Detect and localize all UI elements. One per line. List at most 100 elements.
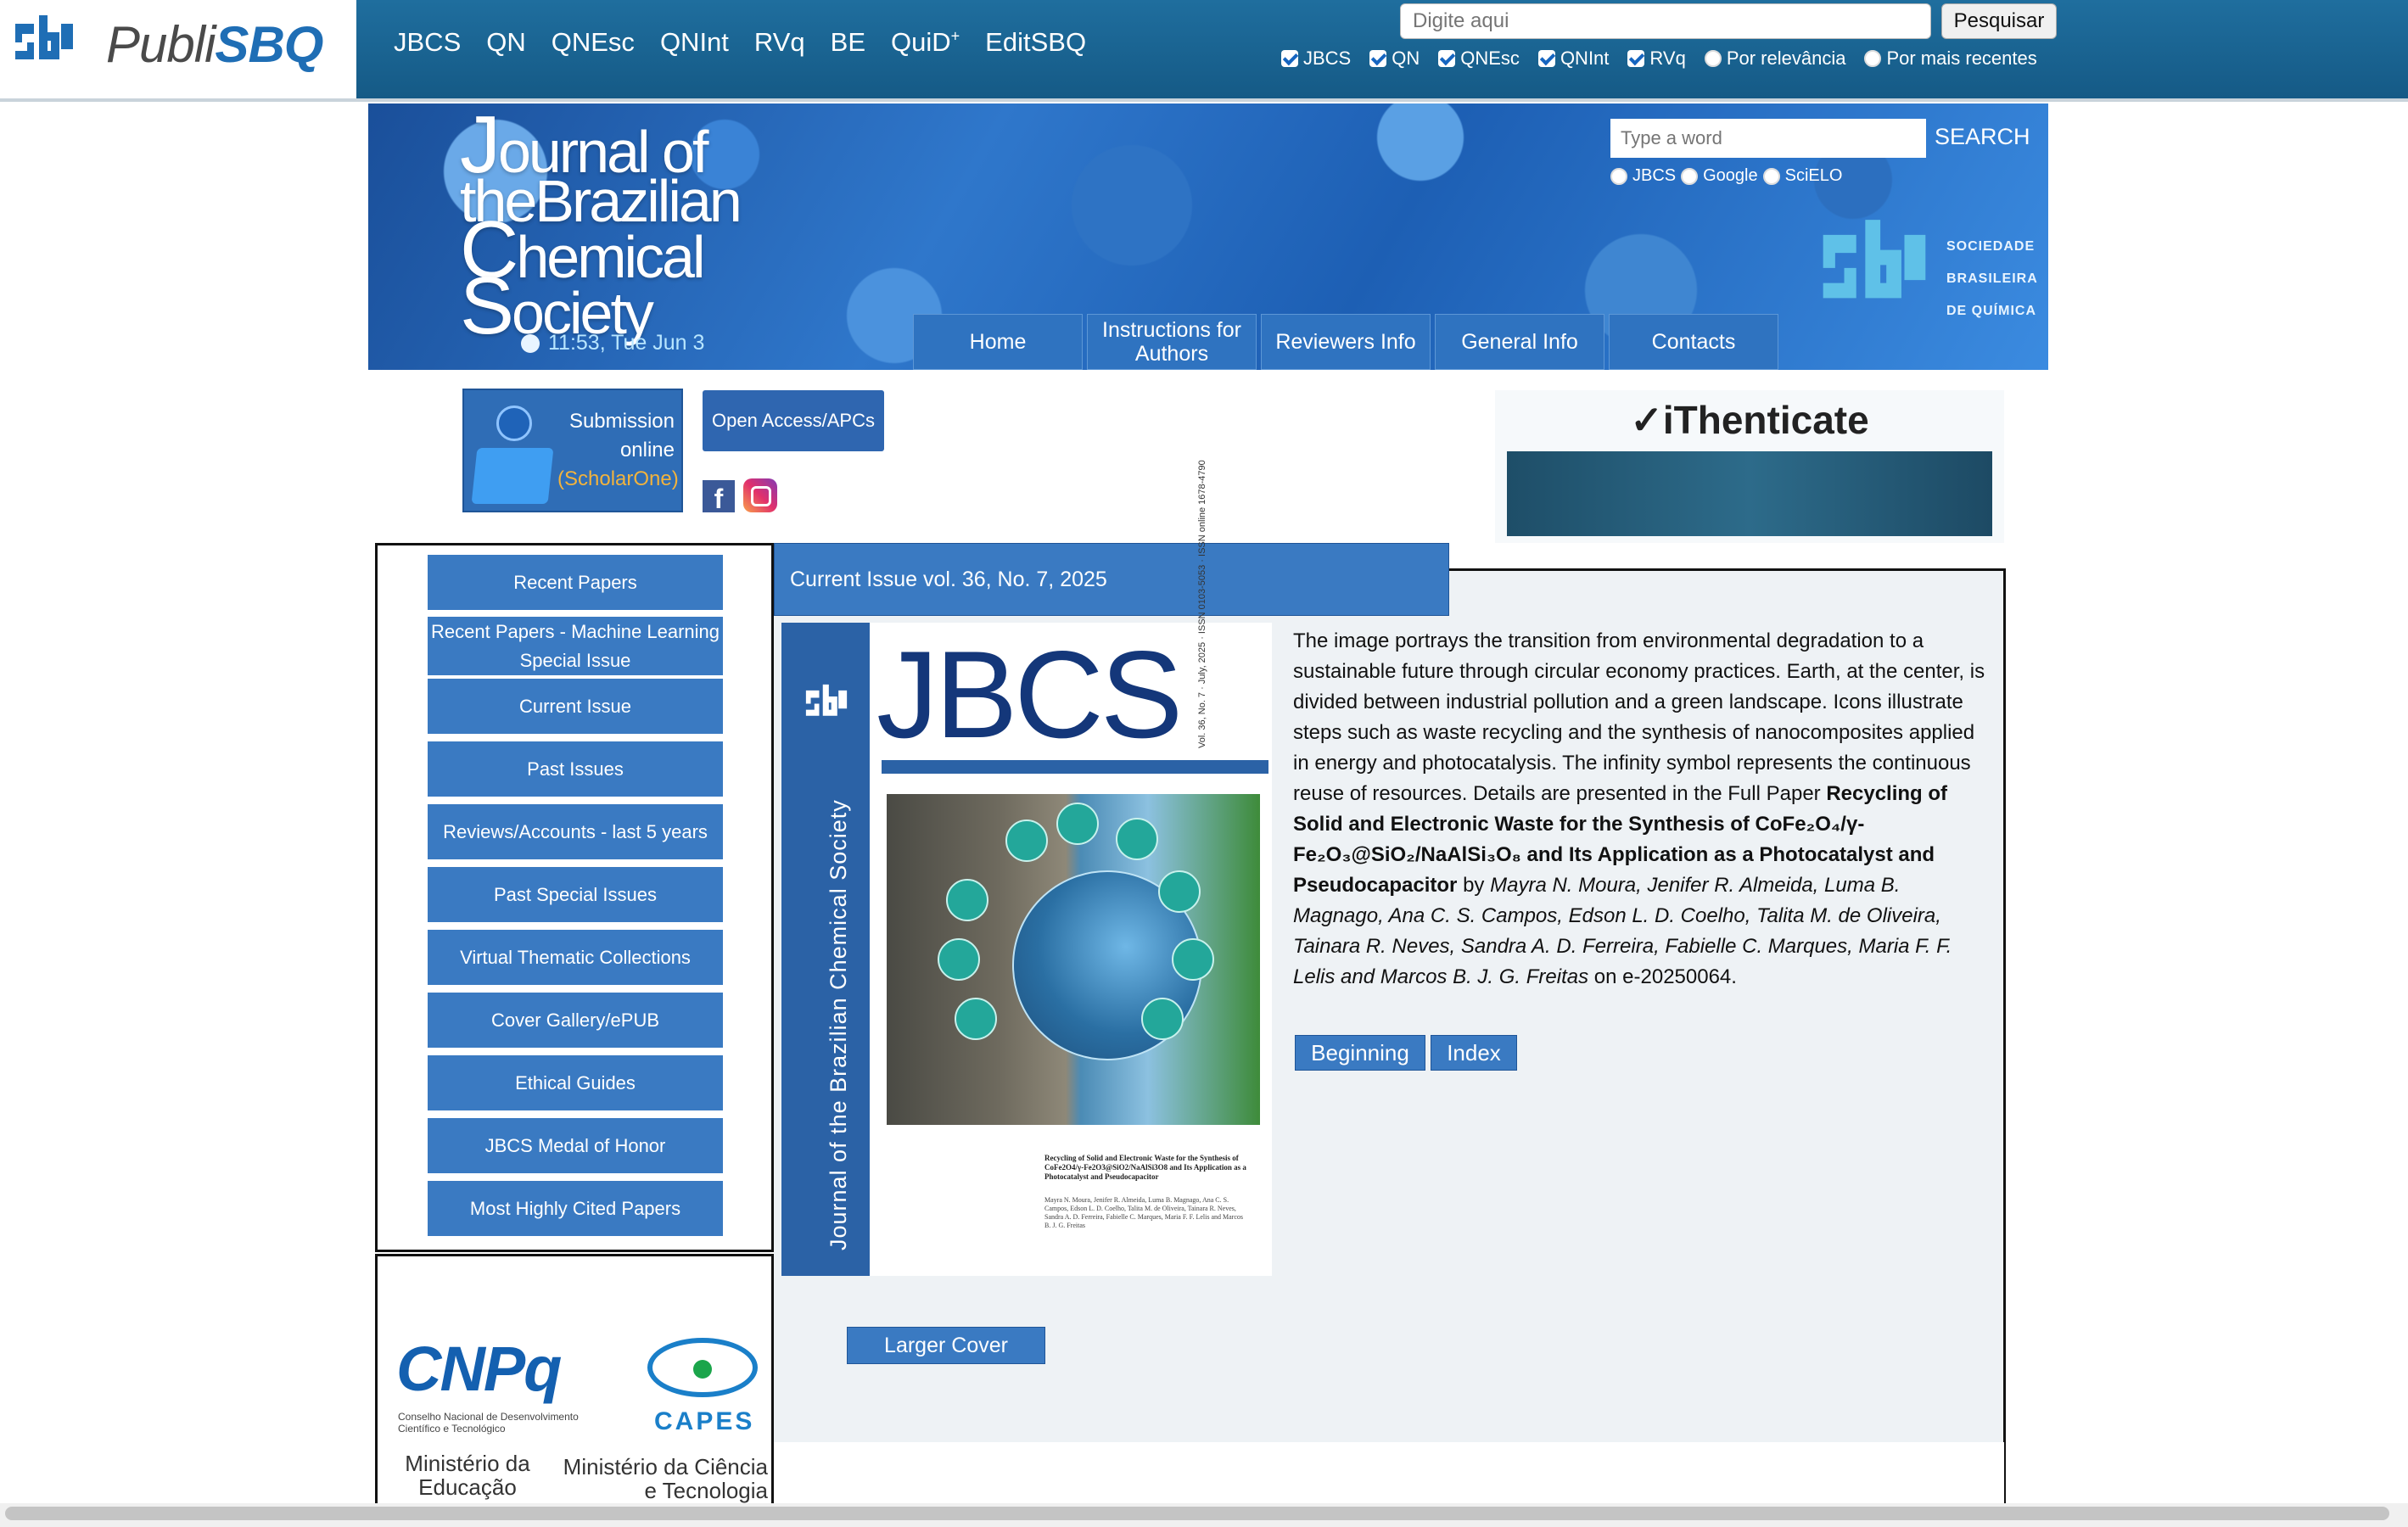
sort-recent-radio[interactable]: Por mais recentes bbox=[1864, 48, 2037, 70]
sidebar-item-highly-cited[interactable]: Most Highly Cited Papers bbox=[428, 1181, 723, 1239]
sidebar-item-cover-gallery[interactable]: Cover Gallery/ePUB bbox=[428, 993, 723, 1050]
recycle-node-icon bbox=[1158, 870, 1201, 913]
radio-icon bbox=[1610, 167, 1627, 185]
radio-icon bbox=[1681, 167, 1699, 185]
sidebar-item-reviews-accounts[interactable]: Reviews/Accounts - last 5 years bbox=[428, 804, 723, 862]
banner-clock: 11:53, Tue Jun 3 bbox=[521, 331, 704, 355]
sidebar-item-current-issue[interactable]: Current Issue bbox=[428, 679, 723, 736]
horizontal-scrollbar[interactable] bbox=[0, 1503, 2408, 1527]
checkbox-icon bbox=[1537, 50, 1555, 67]
nav-contacts[interactable]: Contacts bbox=[1609, 314, 1778, 370]
topnav-quid[interactable]: QuiD+ bbox=[891, 27, 960, 58]
filter-qn[interactable]: QN bbox=[1369, 48, 1420, 70]
ministerio-ciencia: Ministério da Ciência e Tecnologia bbox=[563, 1454, 768, 1503]
search-filters: JBCS QN QNEsc QNInt RVq Por relevância P… bbox=[1281, 48, 2037, 70]
capes-eye-icon bbox=[647, 1338, 758, 1397]
clock-icon bbox=[521, 333, 540, 353]
publisbq-wordmark: PubliSBQ bbox=[106, 16, 323, 73]
search-scope-radios: JBCS Google SciELO bbox=[1610, 166, 1842, 186]
cover-caption: Recycling of Solid and Electronic Waste … bbox=[1044, 1154, 1246, 1181]
ithenticate-ad[interactable]: ✓iThenticate bbox=[1495, 390, 2004, 543]
capes-logo[interactable]: CAPES bbox=[654, 1407, 754, 1436]
scope-jbcs-radio[interactable]: JBCS bbox=[1610, 166, 1676, 186]
nav-reviewers-info[interactable]: Reviewers Info bbox=[1261, 314, 1431, 370]
cover-artwork bbox=[887, 794, 1260, 1125]
filter-rvq[interactable]: RVq bbox=[1627, 48, 1686, 70]
beginning-button[interactable]: Beginning bbox=[1295, 1035, 1425, 1071]
publisbq-search-input[interactable] bbox=[1400, 3, 1931, 39]
recycle-node-icon bbox=[1005, 819, 1048, 862]
topnav-editsbq[interactable]: EditSBQ bbox=[985, 27, 1086, 58]
topnav-rvq[interactable]: RVq bbox=[754, 27, 805, 58]
larger-cover-button[interactable]: Larger Cover bbox=[847, 1327, 1045, 1364]
recycle-node-icon bbox=[938, 938, 980, 981]
recycle-node-icon bbox=[1116, 818, 1158, 860]
jbcs-search-input[interactable] bbox=[1610, 119, 1926, 158]
cover-description: The image portrays the transition from e… bbox=[1293, 629, 1985, 988]
publisbq-logo[interactable]: PubliSBQ bbox=[0, 0, 356, 98]
topnav-be[interactable]: BE bbox=[831, 27, 865, 58]
ithenticate-logo: ✓iThenticate bbox=[1630, 398, 1869, 442]
description-intro: The image portrays the transition from e… bbox=[1293, 629, 1985, 805]
nav-instructions-for-authors[interactable]: Instructions for Authors bbox=[1087, 314, 1257, 370]
topnav-qnesc[interactable]: QNEsc bbox=[552, 27, 635, 58]
checkbox-icon bbox=[1627, 50, 1645, 67]
sidebar-item-ethical-guides[interactable]: Ethical Guides bbox=[428, 1055, 723, 1113]
scrollbar-thumb[interactable] bbox=[5, 1507, 2389, 1520]
filter-qnint[interactable]: QNInt bbox=[1537, 48, 1609, 70]
recycle-node-icon bbox=[955, 998, 997, 1040]
recycle-node-icon bbox=[1141, 998, 1184, 1040]
sidebar-item-medal-of-honor[interactable]: JBCS Medal of Honor bbox=[428, 1118, 723, 1176]
cover-divider bbox=[882, 760, 1268, 774]
sbq-logo-icon bbox=[15, 15, 73, 59]
folder-icon bbox=[471, 448, 554, 504]
radio-icon bbox=[1762, 167, 1780, 185]
nav-home[interactable]: Home bbox=[913, 314, 1083, 370]
cover-title: JBCS bbox=[876, 625, 1183, 764]
pesquisar-button[interactable]: Pesquisar bbox=[1941, 3, 2057, 39]
top-bar: PubliSBQ JBCS QN QNEsc QNInt RVq BE QuiD… bbox=[0, 0, 2408, 102]
article-id: on e-20250064. bbox=[1593, 965, 1737, 988]
filter-jbcs[interactable]: JBCS bbox=[1281, 48, 1351, 70]
sidebar-item-past-issues[interactable]: Past Issues bbox=[428, 741, 723, 799]
checkbox-icon bbox=[1281, 50, 1298, 67]
submission-online-button[interactable]: Submission online (ScholarOne) bbox=[462, 389, 683, 512]
facebook-icon[interactable]: f bbox=[703, 480, 735, 514]
journal-nav: Home Instructions for Authors Reviewers … bbox=[913, 314, 1778, 370]
cnpq-logo[interactable]: CNPq bbox=[396, 1333, 562, 1405]
topnav-jbcs[interactable]: JBCS bbox=[394, 27, 461, 58]
topnav-qn[interactable]: QN bbox=[486, 27, 526, 58]
ithenticate-banner-image bbox=[1507, 451, 1992, 536]
recycle-node-icon bbox=[1172, 938, 1214, 981]
ministerio-educacao: Ministério da Educação bbox=[405, 1451, 530, 1500]
sidebar-item-ml-special-issue[interactable]: Recent Papers - Machine Learning Special… bbox=[428, 617, 723, 678]
nav-general-info[interactable]: General Info bbox=[1435, 314, 1604, 370]
topnav-qnint[interactable]: QNInt bbox=[660, 27, 729, 58]
filter-qnesc[interactable]: QNEsc bbox=[1438, 48, 1520, 70]
cover-authors: Mayra N. Moura, Jenifer R. Almeida, Luma… bbox=[1044, 1196, 1243, 1229]
radio-icon bbox=[1704, 50, 1722, 67]
cover-spine-title: Journal of the Brazilian Chemical Societ… bbox=[826, 799, 851, 1250]
recycle-node-icon bbox=[946, 879, 988, 921]
scope-google-radio[interactable]: Google bbox=[1681, 166, 1758, 186]
submission-label: Submission online (ScholarOne) bbox=[557, 410, 679, 490]
sbq-logo-icon bbox=[805, 684, 848, 716]
sidebar-item-virtual-thematic[interactable]: Virtual Thematic Collections bbox=[428, 930, 723, 987]
sort-relevance-radio[interactable]: Por relevância bbox=[1704, 48, 1845, 70]
funders-box: CNPq Conselho Nacional de Desenvolviment… bbox=[375, 1254, 774, 1527]
open-access-apcs-button[interactable]: Open Access/APCs bbox=[703, 390, 884, 451]
checkbox-icon bbox=[1438, 50, 1456, 67]
cover-image[interactable]: Journal of the Brazilian Chemical Societ… bbox=[781, 460, 1272, 1276]
current-issue-tab[interactable]: Current Issue vol. 36, No. 7, 2025 bbox=[774, 543, 1449, 616]
scope-scielo-radio[interactable]: SciELO bbox=[1762, 166, 1842, 186]
index-button[interactable]: Index bbox=[1431, 1035, 1517, 1071]
jbcs-search-button[interactable]: SEARCH bbox=[1935, 124, 2030, 150]
clock-text: 11:53, Tue Jun 3 bbox=[548, 331, 705, 355]
instagram-icon[interactable] bbox=[743, 478, 777, 512]
journal-banner: Journal of theBrazilian Chemical Society… bbox=[368, 103, 2048, 370]
sidebar-item-recent-papers[interactable]: Recent Papers bbox=[428, 555, 723, 612]
top-nav: JBCS QN QNEsc QNInt RVq BE QuiD+ EditSBQ bbox=[394, 27, 1086, 58]
journal-title[interactable]: Journal of theBrazilian Chemical Society bbox=[460, 104, 742, 347]
cover-volume-info: Vol. 36, No. 7 · July, 2025 · ISSN 0103-… bbox=[1197, 460, 1207, 748]
sidebar-item-past-special-issues[interactable]: Past Special Issues bbox=[428, 867, 723, 925]
